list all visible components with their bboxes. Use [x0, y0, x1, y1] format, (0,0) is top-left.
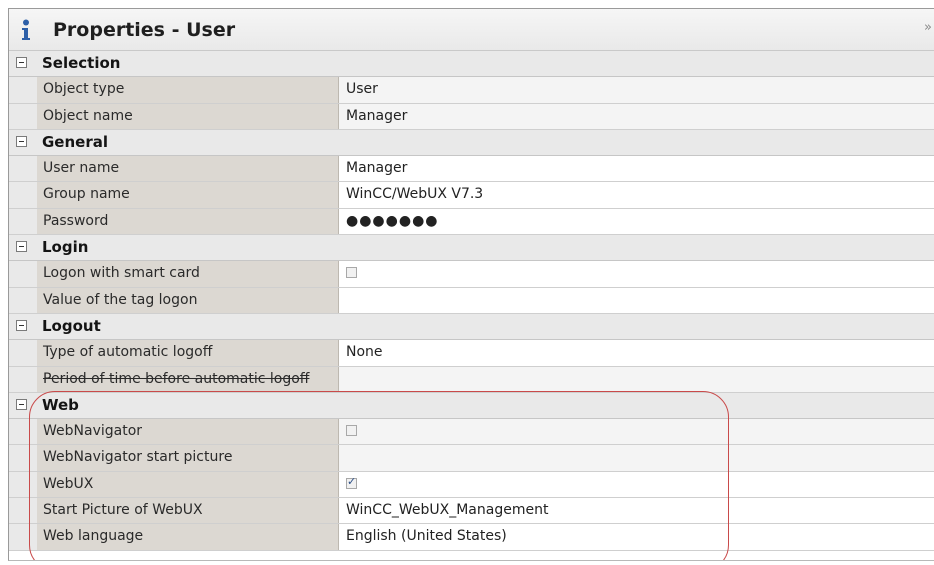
property-row-auto-logoff-period[interactable]: Period of time before automatic logoff: [9, 366, 934, 393]
property-name: Type of automatic logoff: [37, 340, 339, 366]
webnavigator-start-picture-field: [339, 445, 934, 471]
category-label: Web: [42, 395, 79, 414]
smart-card-checkbox[interactable]: [346, 267, 357, 279]
property-value: [339, 261, 934, 287]
property-name: Group name: [37, 182, 339, 208]
property-name: WebNavigator start picture: [37, 445, 339, 471]
auto-logoff-type-field[interactable]: None: [339, 340, 934, 366]
web-language-field[interactable]: English (United States): [339, 524, 934, 550]
property-name: Object name: [37, 103, 339, 129]
property-row-object-type[interactable]: Object type User: [9, 77, 934, 104]
row-gutter: [9, 419, 37, 445]
row-gutter: [9, 498, 37, 524]
panel-titlebar: Properties - User »: [9, 9, 934, 51]
row-gutter: [9, 366, 37, 392]
property-row-tag-logon[interactable]: Value of the tag logon: [9, 287, 934, 314]
property-row-webnavigator-start-picture[interactable]: WebNavigator start picture: [9, 445, 934, 472]
category-general[interactable]: General: [9, 129, 934, 157]
collapse-toggle-icon[interactable]: [16, 398, 27, 410]
user-name-field[interactable]: Manager: [339, 156, 934, 182]
property-value: Manager: [339, 103, 934, 129]
property-row-webux[interactable]: WebUX: [9, 471, 934, 499]
collapse-panel-icon[interactable]: »: [924, 20, 932, 35]
category-web[interactable]: Web: [9, 392, 934, 420]
property-row-webnavigator[interactable]: WebNavigator: [9, 419, 934, 446]
row-gutter: [9, 261, 37, 287]
row-gutter: [9, 287, 37, 313]
collapse-toggle-icon[interactable]: [16, 319, 27, 331]
property-row-auto-logoff-type[interactable]: Type of automatic logoff None: [9, 340, 934, 367]
row-gutter: [9, 340, 37, 366]
property-row-user-name[interactable]: User name Manager: [9, 156, 934, 183]
row-gutter: [9, 445, 37, 471]
category-logout[interactable]: Logout: [9, 313, 934, 341]
collapse-toggle-icon[interactable]: [16, 135, 27, 147]
panel-title: Properties - User: [53, 19, 236, 41]
category-label: Login: [42, 238, 89, 257]
property-value: [339, 471, 934, 498]
category-login[interactable]: Login: [9, 235, 934, 262]
row-gutter: [9, 471, 37, 498]
webux-checkbox[interactable]: [346, 475, 357, 489]
property-name: Web language: [37, 524, 339, 550]
webnavigator-checkbox[interactable]: [346, 425, 357, 437]
property-name: Password: [37, 208, 339, 235]
property-name: Period of time before automatic logoff: [37, 366, 339, 392]
category-label: Selection: [42, 54, 121, 72]
collapse-toggle-icon[interactable]: [16, 241, 27, 253]
row-gutter: [9, 208, 37, 235]
group-name-field[interactable]: WinCC/WebUX V7.3: [339, 182, 934, 208]
property-row-webux-start-picture[interactable]: Start Picture of WebUX WinCC_WebUX_Manag…: [9, 498, 934, 525]
property-value: [339, 419, 934, 445]
property-row-group-name[interactable]: Group name WinCC/WebUX V7.3: [9, 182, 934, 209]
tag-logon-field[interactable]: [339, 287, 934, 313]
properties-panel: Properties - User » Selection Object typ…: [8, 8, 934, 561]
property-grid: Selection Object type User Object name M…: [9, 51, 934, 551]
row-gutter: [9, 156, 37, 182]
property-row-web-language[interactable]: Web language English (United States): [9, 524, 934, 551]
info-icon: [22, 19, 30, 40]
collapse-toggle-icon[interactable]: [16, 57, 27, 68]
row-gutter: [9, 524, 37, 550]
row-gutter: [9, 77, 37, 103]
property-value: User: [339, 77, 934, 103]
category-label: General: [42, 132, 108, 151]
property-name: Logon with smart card: [37, 261, 339, 287]
category-label: Logout: [42, 316, 101, 335]
property-name: Start Picture of WebUX: [37, 498, 339, 524]
property-name: User name: [37, 156, 339, 182]
row-gutter: [9, 103, 37, 129]
row-gutter: [9, 182, 37, 208]
property-name: WebUX: [37, 471, 339, 498]
auto-logoff-period-field: [339, 366, 934, 392]
property-name: Value of the tag logon: [37, 287, 339, 313]
password-field[interactable]: ●●●●●●●: [339, 208, 934, 235]
category-selection[interactable]: Selection: [9, 51, 934, 78]
property-row-object-name[interactable]: Object name Manager: [9, 103, 934, 130]
webux-start-picture-field[interactable]: WinCC_WebUX_Management: [339, 498, 934, 524]
property-row-logon-smart-card[interactable]: Logon with smart card: [9, 261, 934, 288]
property-row-password[interactable]: Password ●●●●●●●: [9, 208, 934, 236]
property-name: WebNavigator: [37, 419, 339, 445]
property-name: Object type: [37, 77, 339, 103]
